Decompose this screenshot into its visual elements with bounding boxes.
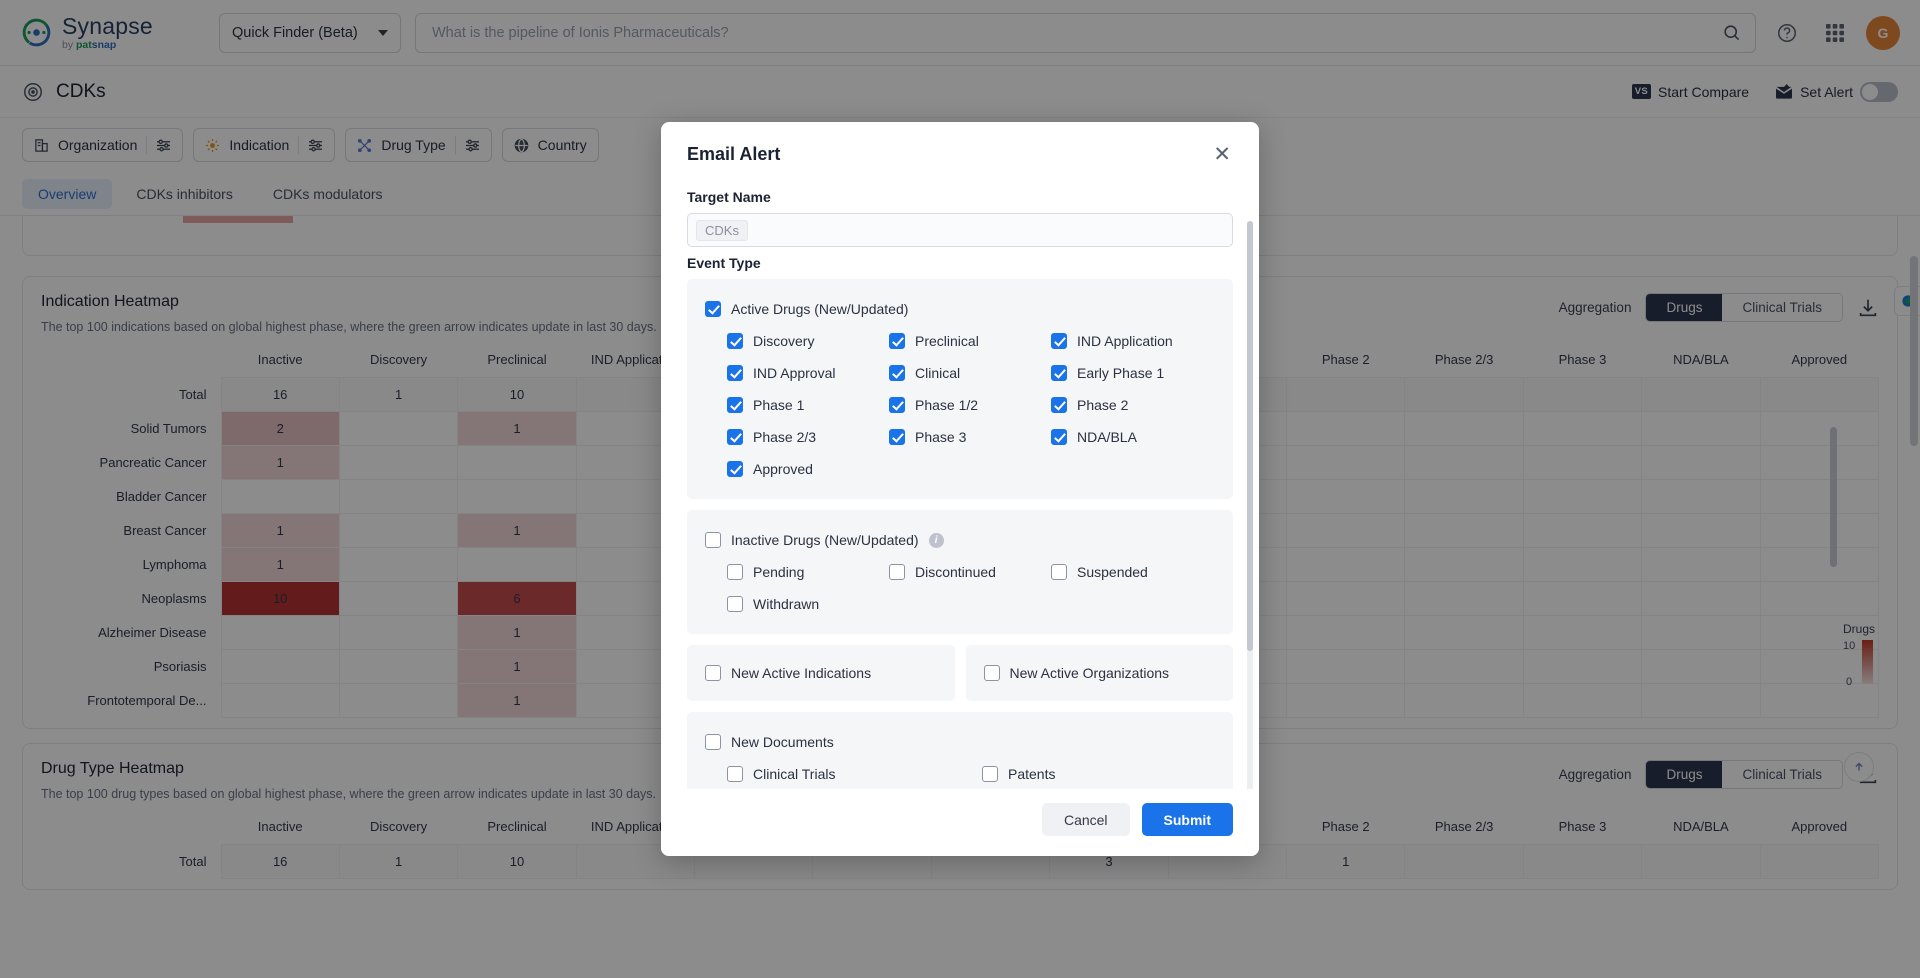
checkbox-box[interactable] [889,397,905,413]
group-inactive-drugs: Inactive Drugs (New/Updated) i Pending Di… [687,510,1233,634]
checkbox-ind-approval[interactable]: IND Approval [705,357,867,389]
submit-button[interactable]: Submit [1141,803,1233,836]
inactive-drugs-children: Pending Discontinued Suspended Withdrawn [705,556,1215,620]
checkbox-withdrawn[interactable]: Withdrawn [705,588,867,620]
checkbox-label: Phase 1 [753,397,805,413]
checkbox-discontinued[interactable]: Discontinued [867,556,1029,588]
checkbox-box[interactable] [727,333,743,349]
checkbox-box[interactable] [1051,564,1067,580]
email-alert-dialog: Email Alert ✕ Target Name CDKs Event Typ… [661,122,1259,856]
checkbox-clinical-trials[interactable]: Clinical Trials [705,758,960,789]
group-new-active-indications: New Active Indications [687,645,955,701]
checkbox-new-active-indications[interactable]: New Active Indications [705,657,937,689]
checkbox-label: IND Application [1077,333,1173,349]
checkbox-box[interactable] [1051,429,1067,445]
checkbox-ind-application[interactable]: IND Application [1029,325,1215,357]
checkbox-box[interactable] [889,333,905,349]
checkbox-box[interactable] [1051,333,1067,349]
checkbox-box[interactable] [727,397,743,413]
checkbox-box[interactable] [705,532,721,548]
close-icon[interactable]: ✕ [1211,144,1233,165]
checkbox-pending[interactable]: Pending [705,556,867,588]
checkbox-suspended[interactable]: Suspended [1029,556,1215,588]
checkbox-label: Phase 2/3 [753,429,817,445]
checkbox-active-drugs[interactable]: Active Drugs (New/Updated) [705,293,1215,325]
checkbox-preclinical[interactable]: Preclinical [867,325,1029,357]
checkbox-box[interactable] [727,766,743,782]
checkbox-discovery[interactable]: Discovery [705,325,867,357]
checkbox-label: NDA/BLA [1077,429,1137,445]
checkbox-clinical[interactable]: Clinical [867,357,1029,389]
new-documents-children: Clinical Trials Patents [705,758,1215,789]
checkbox-label: Patents [1008,766,1056,782]
dialog-title: Email Alert [687,144,781,164]
checkbox-label: Discontinued [915,564,996,580]
checkbox-box[interactable] [727,596,743,612]
checkbox-label: New Active Organizations [1009,665,1170,681]
checkbox-box[interactable] [727,429,743,445]
dialog-body: Target Name CDKs Event Type Active Drugs… [661,169,1259,789]
target-name-tag[interactable]: CDKs [696,219,748,241]
group-new-documents: New Documents Clinical Trials Patents [687,712,1233,789]
checkbox-box[interactable] [705,665,721,681]
checkbox-label: Phase 3 [915,429,967,445]
checkbox-inactive-drugs[interactable]: Inactive Drugs (New/Updated) i [705,524,1215,556]
checkbox-early-phase-1[interactable]: Early Phase 1 [1029,357,1215,389]
checkbox-label: New Documents [731,734,834,750]
group-new-active-row: New Active Indications New Active Organi… [687,645,1233,701]
group-new-active-organizations: New Active Organizations [965,645,1233,701]
checkbox-box[interactable] [889,429,905,445]
checkbox-box[interactable] [727,461,743,477]
checkbox-box[interactable] [1051,365,1067,381]
checkbox-phase-2-3[interactable]: Phase 2/3 [705,421,867,453]
checkbox-box[interactable] [727,365,743,381]
dialog-scroll-thumb[interactable] [1247,221,1253,651]
checkbox-phase-1-2[interactable]: Phase 1/2 [867,389,1029,421]
checkbox-label: Phase 2 [1077,397,1129,413]
checkbox-box[interactable] [889,365,905,381]
checkbox-label: Preclinical [915,333,979,349]
checkbox-label: New Active Indications [731,665,872,681]
checkbox-label: Withdrawn [753,596,820,612]
checkbox-phase-2[interactable]: Phase 2 [1029,389,1215,421]
checkbox-box[interactable] [705,301,721,317]
checkbox-label: Phase 1/2 [915,397,979,413]
checkbox-box[interactable] [1051,397,1067,413]
checkbox-label: Pending [753,564,805,580]
checkbox-label: Early Phase 1 [1077,365,1165,381]
event-type-label: Event Type [687,255,761,271]
cancel-button[interactable]: Cancel [1041,803,1130,836]
dialog-footer: Cancel Submit [661,789,1259,856]
checkbox-new-documents[interactable]: New Documents [705,726,1215,758]
checkbox-label: Clinical [915,365,961,381]
info-icon[interactable]: i [928,532,944,548]
target-name-label: Target Name [687,189,771,205]
checkbox-phase-3[interactable]: Phase 3 [867,421,1029,453]
group-active-drugs: Active Drugs (New/Updated) Discovery Prec… [687,279,1233,499]
checkbox-box[interactable] [705,734,721,750]
checkbox-label: Discovery [753,333,815,349]
checkbox-box[interactable] [727,564,743,580]
checkbox-label: Clinical Trials [753,766,836,782]
checkbox-label: Active Drugs (New/Updated) [731,301,909,317]
checkbox-phase-1[interactable]: Phase 1 [705,389,867,421]
checkbox-nda-bla[interactable]: NDA/BLA [1029,421,1215,453]
checkbox-box[interactable] [982,766,998,782]
checkbox-box[interactable] [889,564,905,580]
checkbox-label: Suspended [1077,564,1148,580]
checkbox-box[interactable] [983,665,1000,681]
checkbox-label: IND Approval [753,365,836,381]
checkbox-patents[interactable]: Patents [960,758,1215,789]
checkbox-label: Inactive Drugs (New/Updated) [731,532,919,548]
checkbox-approved[interactable]: Approved [705,453,867,485]
checkbox-new-active-organizations[interactable]: New Active Organizations [983,657,1216,689]
active-drugs-children: Discovery Preclinical IND Application IND A… [705,325,1215,485]
dialog-header: Email Alert ✕ [661,122,1259,169]
checkbox-label: Approved [753,461,813,477]
target-name-input[interactable]: CDKs [687,213,1233,247]
